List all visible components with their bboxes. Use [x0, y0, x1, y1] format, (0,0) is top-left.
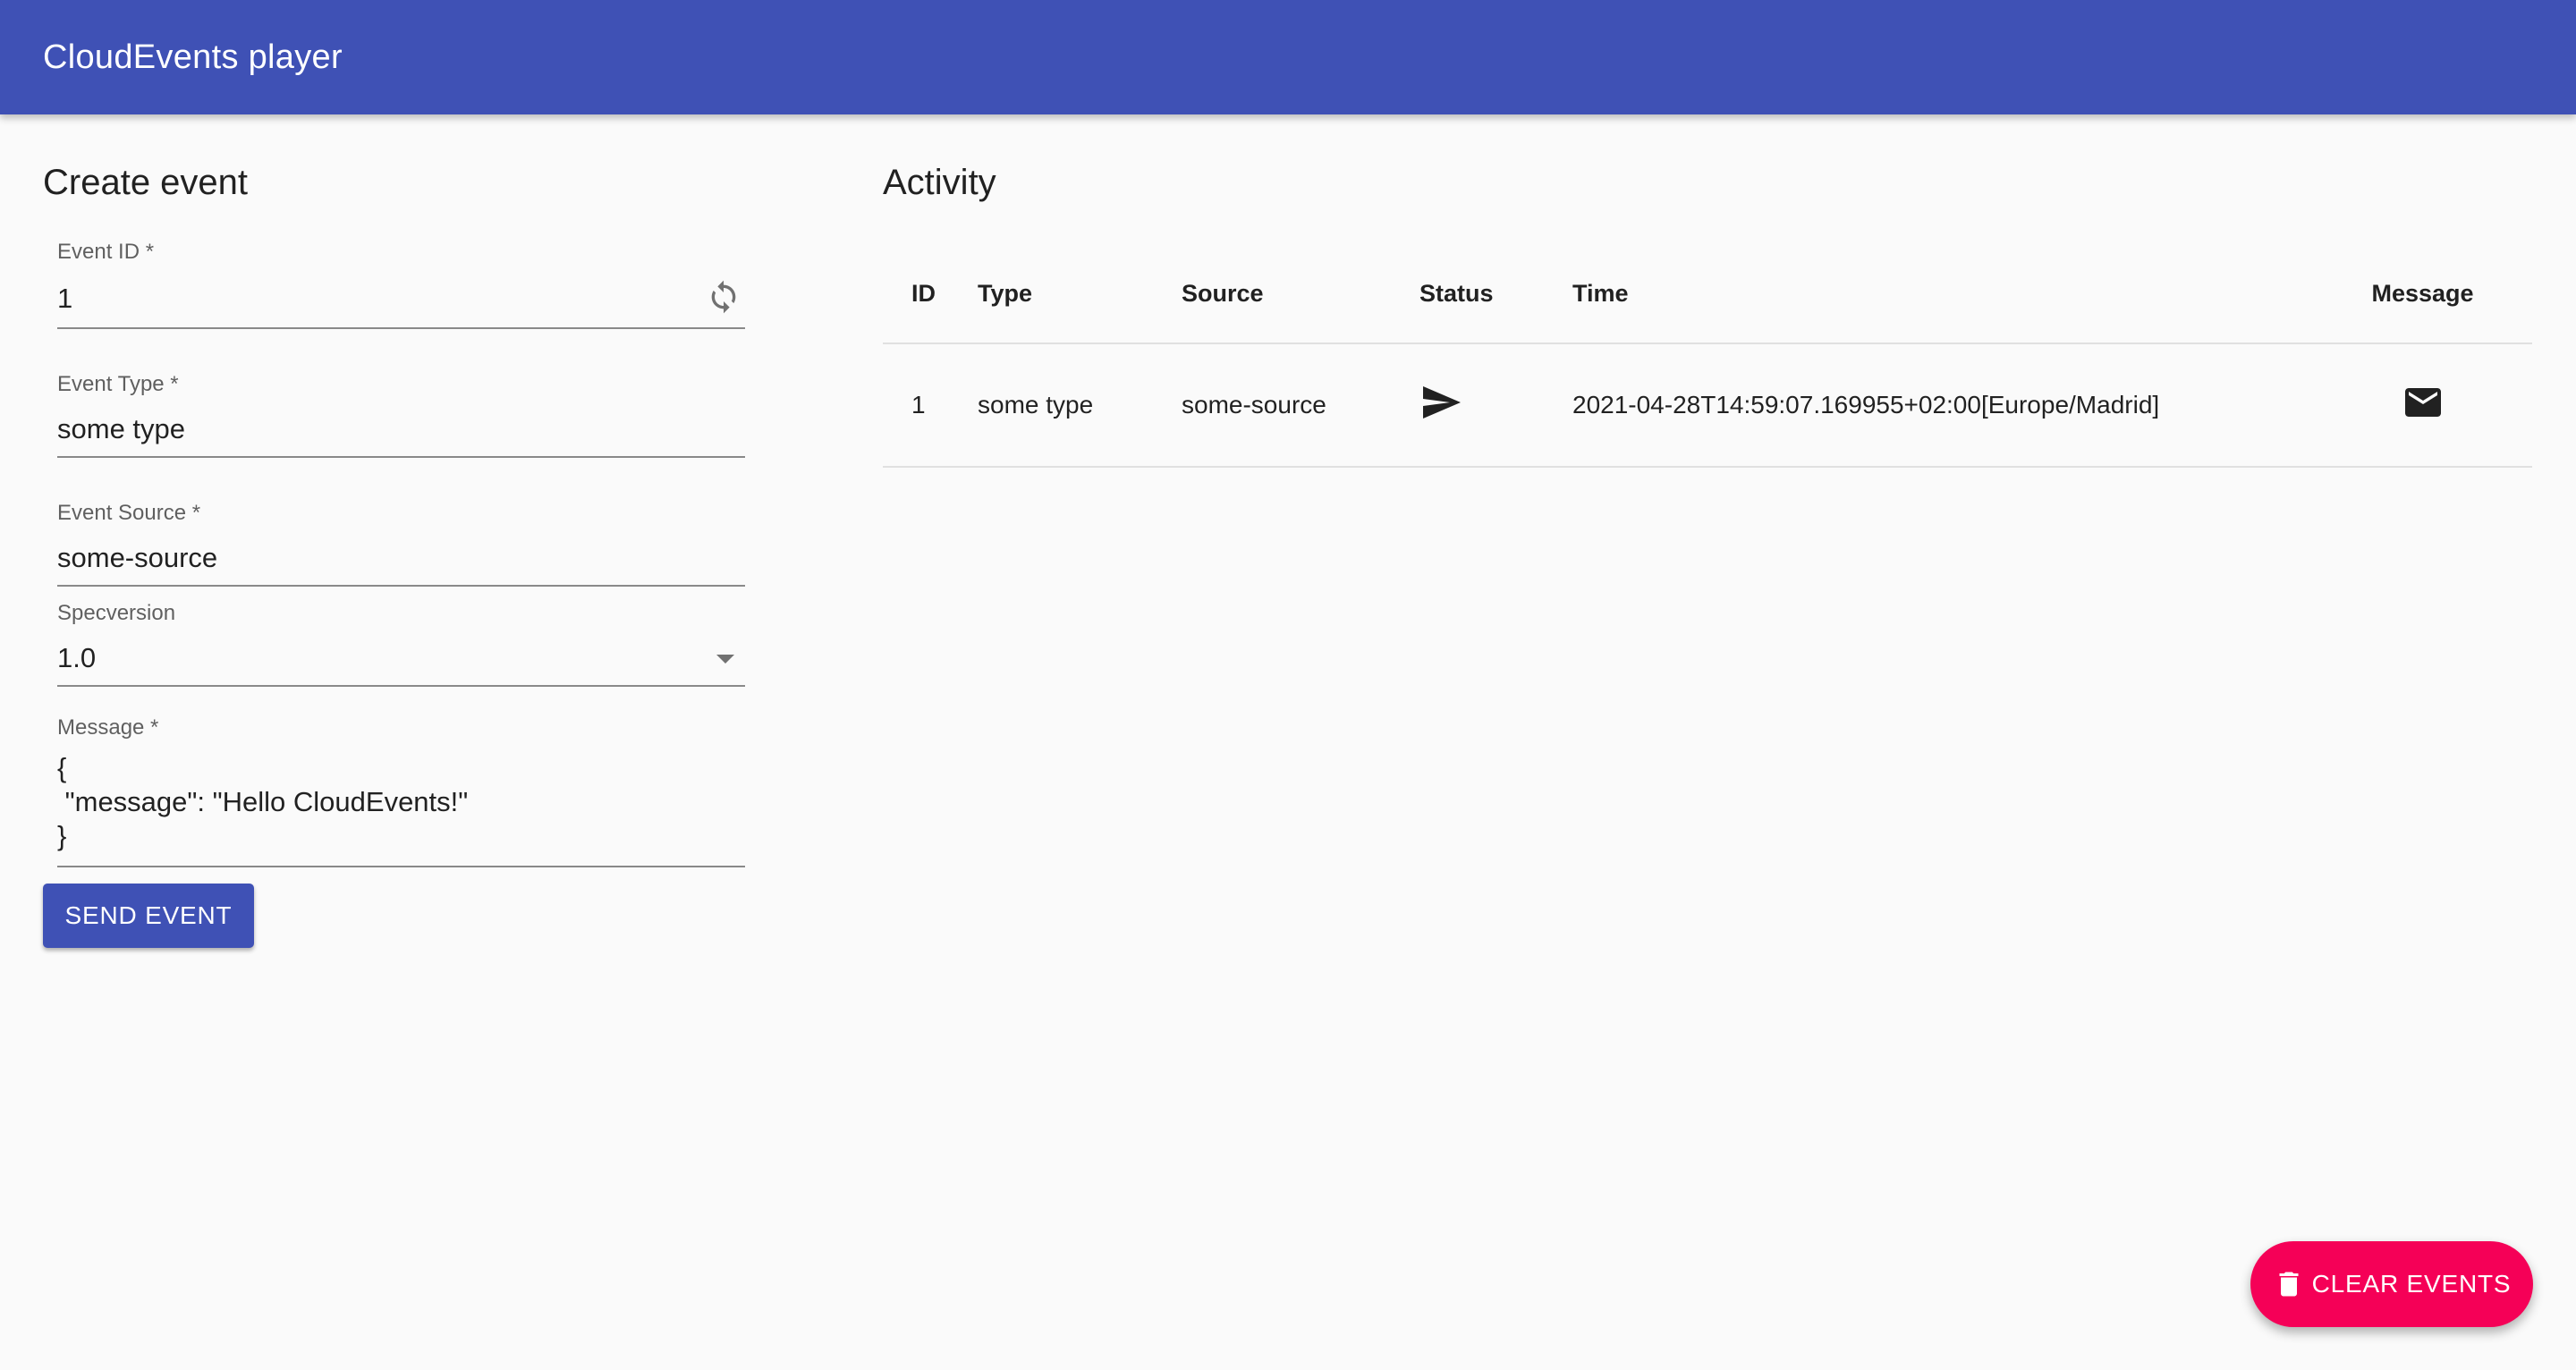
- event-type-input[interactable]: some type: [57, 413, 185, 445]
- event-type-underline: [57, 456, 745, 458]
- event-source-label: Event Source *: [57, 501, 201, 525]
- row-source: some-source: [1182, 343, 1419, 468]
- column-header-message[interactable]: Message: [2331, 245, 2532, 344]
- app-bar: CloudEvents player: [0, 0, 2576, 114]
- column-header-status[interactable]: Status: [1419, 245, 1572, 344]
- activity-header-row: ID Type Source Status Time Message: [883, 245, 2532, 344]
- mail-icon[interactable]: [2402, 381, 2445, 424]
- activity-table: ID Type Source Status Time Message 1 som…: [883, 245, 2532, 468]
- activity-title: Activity: [883, 163, 996, 202]
- create-event-title: Create event: [43, 163, 249, 202]
- event-source-field[interactable]: Event Source * some-source: [57, 501, 745, 590]
- send-icon: [1423, 385, 1461, 419]
- column-header-id[interactable]: ID: [883, 245, 978, 344]
- specversion-select[interactable]: Specversion 1.0: [57, 601, 745, 690]
- specversion-label: Specversion: [57, 601, 176, 625]
- column-header-type[interactable]: Type: [978, 245, 1182, 344]
- event-id-label: Event ID *: [57, 240, 155, 264]
- message-label: Message *: [57, 715, 159, 740]
- column-header-time[interactable]: Time: [1572, 245, 2331, 344]
- event-type-field[interactable]: Event Type * some type: [57, 372, 745, 461]
- column-header-source[interactable]: Source: [1182, 245, 1419, 344]
- event-id-input[interactable]: 1: [57, 283, 72, 315]
- event-source-input[interactable]: some-source: [57, 542, 217, 574]
- row-message: [2331, 343, 2532, 468]
- message-underline: [57, 866, 745, 867]
- row-id: 1: [883, 343, 978, 468]
- row-time: 2021-04-28T14:59:07.169955+02:00[Europe/…: [1572, 343, 2331, 468]
- event-type-label: Event Type *: [57, 372, 179, 396]
- trash-icon: [2279, 1272, 2299, 1297]
- row-type: some type: [978, 343, 1182, 468]
- clear-events-button[interactable]: CLEAR EVENTS: [2250, 1241, 2533, 1327]
- table-row[interactable]: 1 some type some-source 2021-04-28T14:59…: [883, 343, 2532, 468]
- message-field[interactable]: Message * { "message": "Hello CloudEvent…: [57, 715, 745, 867]
- specversion-value[interactable]: 1.0: [57, 642, 96, 674]
- message-textarea[interactable]: { "message": "Hello CloudEvents!" }: [57, 751, 468, 853]
- event-id-underline: [57, 327, 745, 329]
- app-title: CloudEvents player: [43, 38, 343, 76]
- refresh-icon[interactable]: [706, 279, 741, 315]
- chevron-down-icon[interactable]: [716, 655, 734, 664]
- specversion-underline: [57, 685, 745, 687]
- event-source-underline: [57, 585, 745, 587]
- clear-events-label: CLEAR EVENTS: [2311, 1270, 2512, 1298]
- send-event-button[interactable]: SEND EVENT: [43, 884, 254, 948]
- row-status: [1419, 343, 1572, 468]
